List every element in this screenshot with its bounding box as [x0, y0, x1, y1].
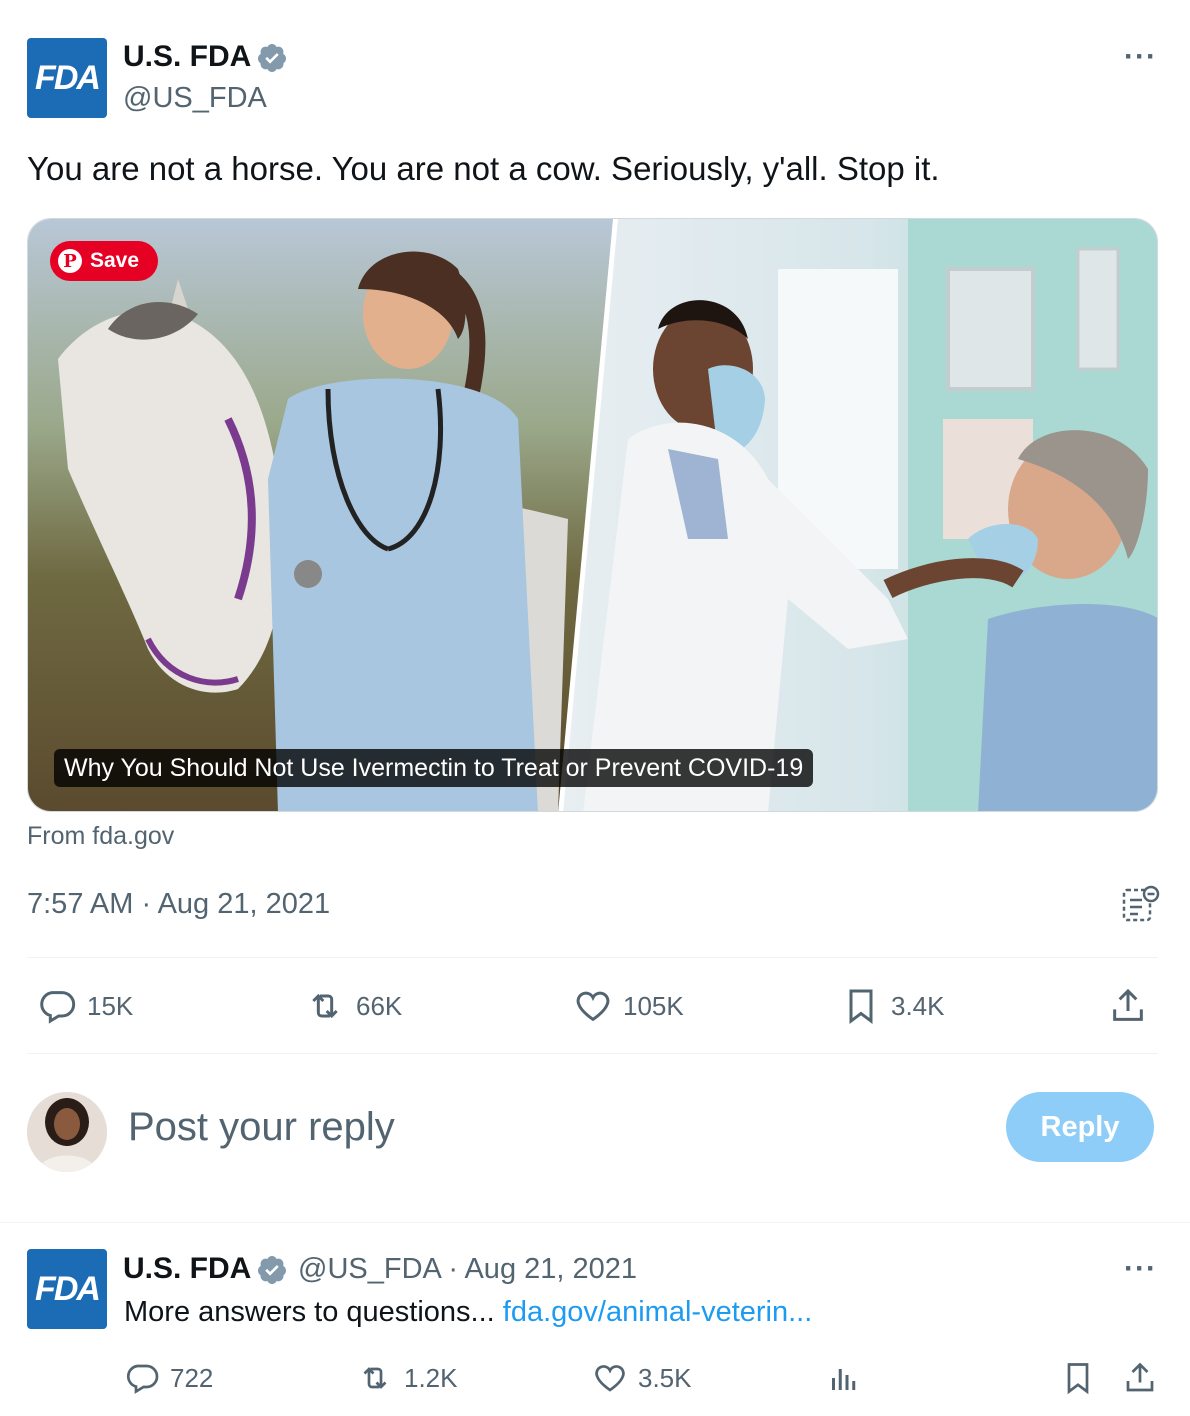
reply-icon: [40, 991, 76, 1024]
verified-badge-icon: [257, 1256, 286, 1284]
reply-button[interactable]: Reply: [1006, 1092, 1154, 1162]
link-source[interactable]: From fda.gov: [27, 822, 174, 851]
like-icon: [595, 1365, 625, 1392]
reply-action[interactable]: 722: [124, 1360, 213, 1396]
avatar-text: FDA: [35, 1269, 101, 1308]
share-icon: [1113, 988, 1143, 1021]
bookmark-count: 3.4K: [891, 990, 945, 1021]
pinterest-icon: P: [58, 249, 82, 273]
reply-author-avatar[interactable]: FDA: [27, 1249, 107, 1329]
retweet-icon: [363, 1367, 387, 1389]
like-count: 105K: [623, 990, 684, 1021]
bookmark-icon: [1067, 1363, 1089, 1395]
verified-badge-icon: [257, 44, 286, 72]
author-avatar[interactable]: FDA: [27, 38, 107, 118]
reply-count: 15K: [87, 990, 134, 1021]
reply-author-handle-line: @US_FDA · Aug 21, 2021: [298, 1253, 637, 1286]
tweet-text: You are not a horse. You are not a cow. …: [27, 150, 940, 187]
media-card[interactable]: P Save Why You Should Not Use Ivermectin…: [27, 218, 1158, 812]
reply-count: 722: [170, 1362, 214, 1393]
retweet-count: 1.2K: [404, 1362, 458, 1393]
like-action[interactable]: 3.5K: [592, 1360, 692, 1396]
reply-icon: [126, 1364, 159, 1394]
pinterest-save-button[interactable]: P Save: [50, 241, 158, 281]
author-handle[interactable]: @US_FDA: [123, 82, 267, 115]
avatar-text: FDA: [35, 58, 101, 97]
retweet-action[interactable]: 1.2K: [356, 1360, 458, 1396]
author-name[interactable]: U.S. FDA: [123, 40, 251, 74]
more-icon[interactable]: ···: [1124, 40, 1157, 74]
reply-action[interactable]: 15K: [37, 986, 133, 1026]
tweet-timestamp[interactable]: 7:57 AM · Aug 21, 2021: [27, 888, 330, 921]
bookmark-action[interactable]: 3.4K: [841, 986, 945, 1026]
media-image: [28, 219, 1157, 811]
reply-input[interactable]: Post your reply: [128, 1105, 395, 1150]
like-count: 3.5K: [638, 1362, 692, 1393]
bookmark-action[interactable]: [1060, 1360, 1096, 1396]
share-icon: [1126, 1362, 1154, 1392]
retweet-count: 66K: [356, 990, 403, 1021]
reply-link[interactable]: fda.gov/animal-veterin...: [503, 1296, 812, 1328]
media-caption: Why You Should Not Use Ivermectin to Tre…: [54, 749, 814, 787]
reply-text: More answers to questions... fda.gov/ani…: [124, 1296, 812, 1329]
divider: [0, 1222, 1190, 1223]
reply-author-handle[interactable]: @US_FDA: [298, 1253, 440, 1285]
like-icon: [576, 991, 610, 1022]
share-action[interactable]: [1108, 986, 1148, 1026]
retweet-icon: [312, 993, 338, 1019]
retweet-action[interactable]: 66K: [304, 986, 402, 1026]
share-action[interactable]: [1122, 1360, 1158, 1396]
analytics-icon: [832, 1369, 856, 1390]
reply-text-body: More answers to questions...: [124, 1296, 503, 1328]
bookmark-icon: [849, 989, 873, 1024]
views-icon[interactable]: [1120, 884, 1160, 924]
reply-date[interactable]: Aug 21, 2021: [464, 1253, 637, 1285]
more-icon[interactable]: ···: [1124, 1252, 1157, 1286]
divider: [27, 957, 1158, 958]
divider: [27, 1053, 1158, 1054]
analytics-action[interactable]: [826, 1360, 862, 1396]
like-action[interactable]: 105K: [573, 986, 684, 1026]
save-label: Save: [90, 249, 140, 272]
user-avatar[interactable]: [27, 1092, 107, 1172]
separator: ·: [448, 1253, 458, 1285]
reply-author-name[interactable]: U.S. FDA: [123, 1252, 251, 1286]
